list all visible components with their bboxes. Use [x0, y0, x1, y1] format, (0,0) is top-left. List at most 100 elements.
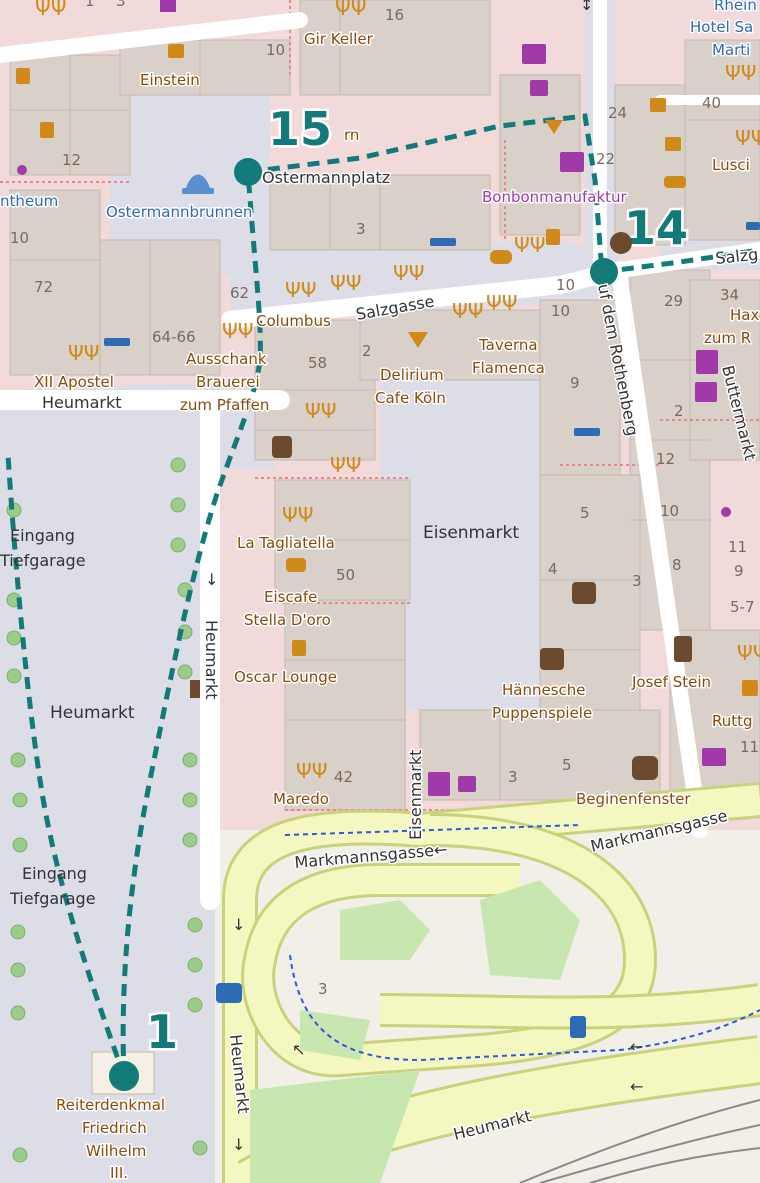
- label-tiefgarage-2: Tiefgarage: [9, 889, 96, 908]
- poi-josef-stein: Josef Stein: [631, 673, 711, 691]
- theatre-icon: [540, 648, 564, 670]
- label-reiterdenkmal-1: Reiterdenkmal: [56, 1096, 165, 1114]
- house-number: 5: [580, 504, 590, 522]
- poi-maredo: Maredo: [273, 790, 329, 808]
- house-number: 10: [660, 502, 679, 520]
- book-icon: [522, 44, 546, 64]
- cafe-icon: [16, 68, 30, 84]
- poi-ruttg: Ruttg: [712, 712, 753, 730]
- poi-haennesche-1: Hännesche: [502, 681, 586, 699]
- poi-marti: Marti: [712, 41, 750, 59]
- house-number: 2: [674, 402, 684, 420]
- svg-text:ΨΨ: ΨΨ: [285, 278, 316, 302]
- map-canvas[interactable]: 15 14 1 ΨΨ ΨΨ ΨΨ ΨΨ ΨΨ ΨΨ ΨΨ ΨΨ ΨΨ ΨΨ ΨΨ…: [0, 0, 760, 1183]
- house-number: 22: [596, 150, 615, 168]
- svg-text:ΨΨ: ΨΨ: [68, 341, 99, 365]
- route-marker-15[interactable]: 15: [266, 100, 335, 159]
- memorial-icon: [674, 636, 692, 662]
- svg-text:↖: ↖: [292, 1040, 305, 1059]
- gift-icon: [458, 776, 476, 792]
- house-number: 16: [385, 6, 404, 24]
- poi-beginenfenster: Beginenfenster: [576, 790, 691, 808]
- poi-bonbonmanufaktur: Bonbonmanufaktur: [482, 188, 628, 206]
- house-number: 3: [116, 0, 126, 10]
- newsagent-icon: [696, 350, 718, 374]
- house-number: 3: [356, 220, 366, 238]
- label-reiterdenkmal-3: Wilhelm: [86, 1142, 146, 1160]
- poi-taverna-1: Taverna: [478, 336, 538, 354]
- svg-text:ΨΨ: ΨΨ: [335, 0, 366, 20]
- house-number: 5: [562, 756, 572, 774]
- poi-eiscafe-2: Stella D'oro: [244, 611, 331, 629]
- house-number: 8: [672, 556, 682, 574]
- svg-text:ΨΨ: ΨΨ: [737, 641, 760, 665]
- poi-rhein: Rhein: [714, 0, 757, 14]
- poi-hotel-sa: Hotel Sa: [690, 18, 753, 36]
- shop-icon: [160, 0, 176, 12]
- svg-text:↕: ↕: [580, 0, 593, 14]
- cafe-icon: [286, 558, 306, 572]
- poi-lusci: Lusci: [712, 156, 750, 174]
- place-ostermannbrunnen: Ostermannbrunnen: [106, 203, 252, 221]
- arts-icon: [632, 756, 658, 780]
- poi-ausschank-3: zum Pfaffen: [180, 396, 269, 414]
- house-number: 9: [734, 562, 744, 580]
- poi-ausschank-2: Brauerei: [196, 373, 260, 391]
- shop-dot-icon: [17, 165, 27, 175]
- route-marker-1[interactable]: 1: [144, 1003, 181, 1062]
- label-tiefgarage-1: Tiefgarage: [0, 551, 86, 570]
- hotel-icon: [430, 238, 456, 246]
- svg-text:←: ←: [630, 1077, 643, 1096]
- bar-icon: [742, 680, 758, 696]
- shop-icon: [702, 748, 726, 766]
- svg-text:ΨΨ: ΨΨ: [282, 503, 313, 527]
- house-number: 3: [318, 980, 328, 998]
- taxi-icon: [216, 983, 242, 1003]
- poi-oscar-lounge: Oscar Lounge: [234, 668, 337, 686]
- house-number: 64-66: [152, 328, 196, 346]
- gift-icon: [530, 80, 548, 96]
- house-number: 40: [702, 94, 721, 112]
- svg-text:↓: ↓: [232, 1135, 245, 1154]
- label-reiterdenkmal-4: III.: [110, 1164, 128, 1182]
- house-number: 2: [362, 342, 372, 360]
- bar-icon: [292, 640, 306, 656]
- theatre-icon: [572, 582, 596, 604]
- house-number: 72: [34, 278, 53, 296]
- svg-text:↓: ↓: [205, 570, 218, 589]
- house-number: 4: [548, 560, 558, 578]
- house-number: 10: [551, 302, 570, 320]
- street-eisenmarkt: Eisenmarkt: [406, 750, 425, 840]
- svg-text:ΨΨ: ΨΨ: [486, 291, 517, 315]
- poi-taverna-2: Flamenca: [472, 359, 545, 377]
- svg-text:ΨΨ: ΨΨ: [452, 299, 483, 323]
- toys-icon: [695, 382, 717, 402]
- poi-rn: rn: [344, 126, 359, 144]
- svg-text:ΨΨ: ΨΨ: [330, 271, 361, 295]
- house-number: 24: [608, 104, 627, 122]
- hotel-icon: [104, 338, 130, 346]
- svg-text:ΨΨ: ΨΨ: [222, 319, 253, 343]
- house-number: 5-7: [730, 598, 755, 616]
- house-number: 3: [508, 768, 518, 786]
- house-number: 34: [720, 286, 739, 304]
- chocolate-icon: [610, 232, 632, 254]
- newsagent-icon: [428, 772, 450, 796]
- label-eingang-1: Eingang: [10, 526, 75, 545]
- street-heumarkt-vertical: Heumarkt: [202, 620, 221, 700]
- marker-icon: [190, 680, 200, 698]
- poi-gir-keller: Gir Keller: [304, 30, 374, 48]
- bar-icon: [665, 137, 681, 151]
- route-marker-14[interactable]: 14: [622, 199, 691, 258]
- svg-text:ΨΨ: ΨΨ: [305, 399, 336, 423]
- house-number: 11: [728, 538, 747, 556]
- svg-text:←: ←: [630, 1037, 643, 1056]
- poi-einstein: Einstein: [140, 71, 200, 89]
- house-number: 10: [556, 276, 575, 294]
- poi-xii-apostel: XII Apostel: [34, 373, 114, 391]
- svg-text:ΨΨ: ΨΨ: [296, 759, 327, 783]
- svg-text:ΨΨ: ΨΨ: [393, 261, 424, 285]
- place-heumarkt: Heumarkt: [50, 703, 135, 723]
- poi-hax-1: Hax: [730, 306, 759, 324]
- house-number: 42: [334, 768, 353, 786]
